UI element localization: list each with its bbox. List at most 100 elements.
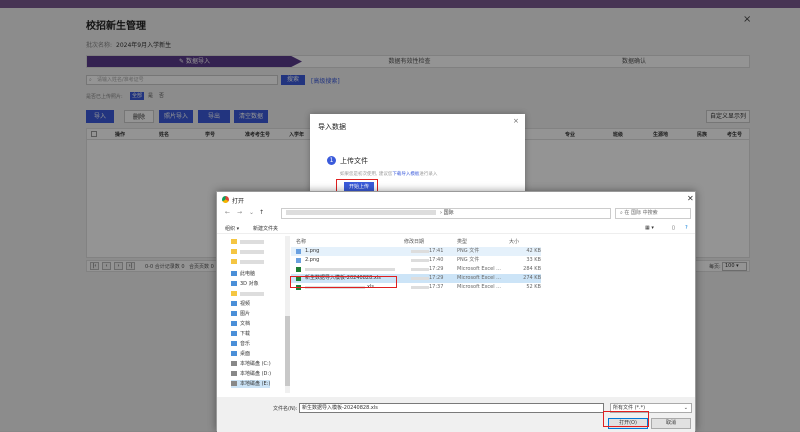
last-page-button[interactable]: ›| <box>126 262 135 270</box>
file-row[interactable]: 17:29 Microsoft Excel ... 284 KB <box>291 265 541 274</box>
next-page-button[interactable]: › <box>114 262 123 270</box>
pictures-item[interactable]: 图片 <box>231 310 250 318</box>
delete-button[interactable]: 删除 <box>124 110 154 123</box>
forward-arrow-icon[interactable]: → <box>237 209 242 216</box>
pager-pages: 合页页数 0 <box>189 264 214 270</box>
search-button[interactable]: 搜索 <box>281 75 305 85</box>
col-ethnicity: 民族 <box>697 132 708 138</box>
documents-item[interactable]: 文档 <box>231 320 250 328</box>
step-label: 数据导入 <box>185 58 210 65</box>
image-file-icon <box>296 258 301 263</box>
prev-page-button[interactable]: ‹ <box>102 262 111 270</box>
file-row[interactable]: 1.png 17:41 PNG 文件 42 KB <box>291 247 541 256</box>
desktop-item[interactable]: 桌面 <box>231 350 250 358</box>
picture-icon <box>231 311 237 316</box>
col-entry-year: 入学年 <box>289 132 305 138</box>
quick-access-item[interactable] <box>231 248 264 256</box>
clear-data-button[interactable]: 清空数据 <box>234 110 268 123</box>
photo-import-button[interactable]: 照片导入 <box>159 110 193 123</box>
organize-menu[interactable]: 组织 ▾ <box>225 225 239 232</box>
drive-c-item[interactable]: 本地磁盘 (C:) <box>231 360 271 368</box>
filter-no[interactable]: 否 <box>157 92 166 100</box>
sidebar-redacted[interactable] <box>231 290 264 298</box>
videos-item[interactable]: 视频 <box>231 300 250 308</box>
col-file-name[interactable]: 名称 <box>296 238 306 245</box>
first-page-button[interactable]: |‹ <box>90 262 99 270</box>
chrome-icon <box>222 196 229 203</box>
file-row-selected[interactable]: 新生数据导入模板-20240828.xls 17:29 Microsoft Exce… <box>291 274 541 283</box>
import-modal-close-icon[interactable]: × <box>513 117 519 125</box>
document-icon <box>231 321 237 326</box>
view-options-icon[interactable]: ▦ ▾ <box>645 225 654 231</box>
col-major: 专业 <box>565 132 576 138</box>
step-bar: ✎ 数据导入 数据有效性检查 数据确认 <box>86 55 750 68</box>
image-file-icon <box>296 249 301 254</box>
upload-hint: 如果您是初次使用, 建议您下载导入模板进行录入 <box>340 171 437 177</box>
dialog-close-icon[interactable]: ✕ <box>687 194 694 203</box>
pager-summary: 0-0 合计记录数 0 <box>145 264 185 270</box>
close-icon[interactable]: × <box>743 14 751 25</box>
advanced-search-link[interactable]: [高级搜索] <box>311 76 340 85</box>
3d-objects-item[interactable]: 3D 对象 <box>231 280 259 288</box>
per-page-value: 100 <box>725 263 735 269</box>
recent-chevron-icon[interactable]: ⌄ <box>249 209 254 216</box>
batch-info: 批次名称: 2024年9月入学新生 <box>86 40 171 49</box>
this-pc-item[interactable]: 此电脑 <box>231 270 255 278</box>
dialog-nav: ← → ⌄ ↑ › 国际 ⌕ 在 国际 中搜索 <box>217 207 695 221</box>
file-list: 名称 修改日期 类型 大小 1.png 17:41 PNG 文件 42 KB 2.pn… <box>291 236 691 396</box>
per-page-select[interactable]: 100 ▾ <box>722 262 747 271</box>
drive-icon <box>231 361 237 366</box>
downloads-item[interactable]: 下载 <box>231 330 250 338</box>
filename-input[interactable]: 新生数据导入模板-20240828.xls <box>299 403 604 413</box>
custom-columns-button[interactable]: 自定义显示列 <box>706 110 750 123</box>
export-button[interactable]: 导出 <box>198 110 230 123</box>
excel-file-icon <box>296 267 301 272</box>
help-icon[interactable]: ? <box>685 225 688 231</box>
col-size[interactable]: 大小 <box>509 238 519 245</box>
filter-all[interactable]: 全部 <box>130 92 145 100</box>
preview-pane-icon[interactable]: ▯ <box>672 225 675 231</box>
page-title: 校招新生管理 <box>86 21 146 32</box>
address-bar[interactable]: › 国际 <box>281 208 611 219</box>
video-icon <box>231 301 237 306</box>
dialog-search-input[interactable]: ⌕ 在 国际 中搜索 <box>615 208 691 219</box>
search-input[interactable]: ⌕ 请输入姓名/准考证号 <box>86 75 278 85</box>
path-current: 国际 <box>443 210 454 216</box>
dialog-footer: 文件名(N): 新生数据导入模板-20240828.xls 所有文件 (*.*)… <box>217 397 695 432</box>
up-arrow-icon[interactable]: ↑ <box>259 209 264 216</box>
cancel-button[interactable]: 取消 <box>651 418 691 429</box>
file-row[interactable]: xls 17:37 Microsoft Excel ... 52 KB <box>291 283 541 292</box>
open-button[interactable]: 打开(O) <box>608 418 648 429</box>
import-modal: 导入数据 × 1 上传文件 如果您是初次使用, 建议您下载导入模板进行录入 开始… <box>310 114 525 194</box>
step-number: 1 <box>327 156 336 165</box>
import-button[interactable]: 导入 <box>86 110 114 123</box>
drive-d-item[interactable]: 本地磁盘 (D:) <box>231 370 271 378</box>
download-template-link[interactable]: 下载导入模板 <box>392 172 419 177</box>
excel-file-icon <box>296 285 301 290</box>
top-bar <box>0 0 800 8</box>
search-placeholder: 请输入姓名/准考证号 <box>97 77 144 83</box>
col-candidate-no: 考生号 <box>727 132 743 138</box>
drive-e-item[interactable]: 本地磁盘 (E:) <box>231 380 271 388</box>
col-name: 姓名 <box>159 132 170 138</box>
back-arrow-icon[interactable]: ← <box>225 209 230 216</box>
dialog-search-placeholder: 在 国际 中搜索 <box>624 210 658 216</box>
per-page-label: 每页: <box>709 264 721 270</box>
col-modified[interactable]: 修改日期 <box>404 238 424 245</box>
col-action: 操作 <box>115 132 126 138</box>
col-type[interactable]: 类型 <box>457 238 467 245</box>
music-item[interactable]: 音乐 <box>231 340 250 348</box>
filter-yes[interactable]: 是 <box>146 92 155 100</box>
select-all-checkbox[interactable] <box>91 131 97 137</box>
new-folder-button[interactable]: 新建文件夹 <box>253 225 278 232</box>
pencil-icon: ✎ <box>179 58 186 65</box>
import-modal-title: 导入数据 <box>318 123 346 131</box>
file-row[interactable]: 2.png 17:40 PNG 文件 33 KB <box>291 256 541 265</box>
sidebar-scrollbar[interactable] <box>285 236 290 393</box>
chevron-down-icon: ⌄ <box>683 405 688 411</box>
step-validity-check: 数据有效性检查 <box>388 58 431 65</box>
quick-access-item[interactable] <box>231 238 264 246</box>
excel-file-icon <box>296 276 301 281</box>
filetype-select[interactable]: 所有文件 (*.*) ⌄ <box>610 403 692 413</box>
quick-access-item[interactable] <box>231 258 264 266</box>
